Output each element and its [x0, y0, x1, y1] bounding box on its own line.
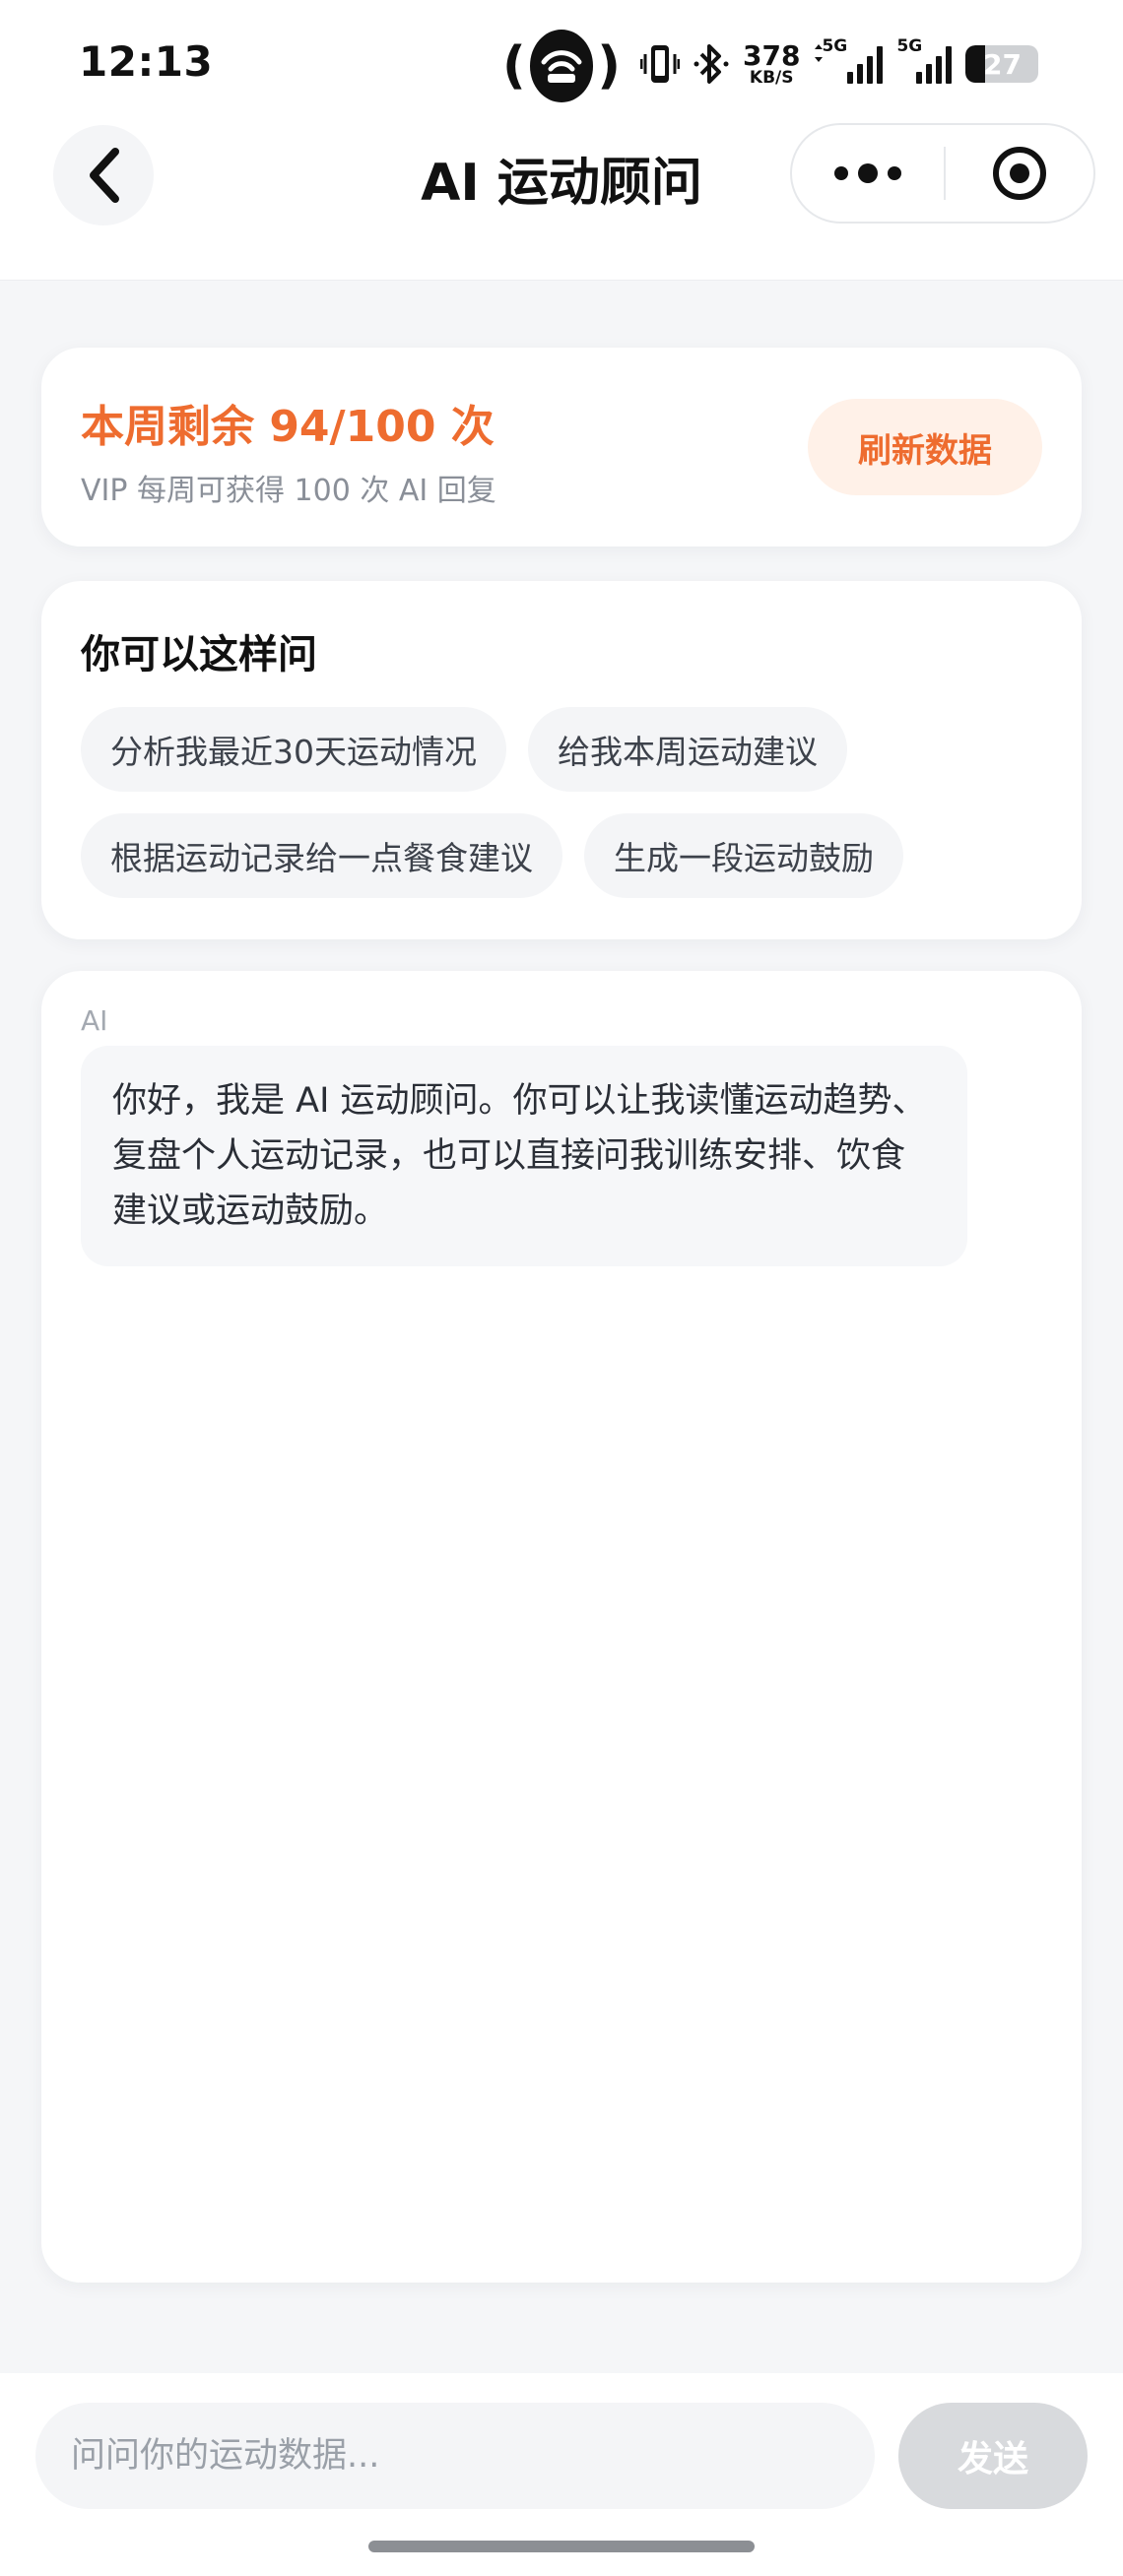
data-arrows-icon: [815, 44, 824, 62]
mini-program-capsule: [790, 123, 1095, 224]
weekly-remaining-count: 本周剩余 94/100 次: [81, 402, 495, 452]
chat-panel: AI 你好，我是 AI 运动顾问。你可以让我读懂运动趋势、复盘个人运动记录，也可…: [41, 971, 1082, 2283]
ai-message-bubble: 你好，我是 AI 运动顾问。你可以让我读懂运动趋势、复盘个人运动记录，也可以直接…: [81, 1046, 967, 1266]
signal-sim1: 5G: [814, 36, 884, 84]
hotspot-icon: [529, 30, 594, 102]
battery: 27: [965, 45, 1039, 83]
battery-level: 27: [982, 47, 1022, 81]
signal-sim2-tag: 5G: [896, 36, 923, 56]
suggestions-title: 你可以这样问: [81, 632, 317, 677]
suggestion-chip[interactable]: 给我本周运动建议: [528, 707, 847, 792]
signal-sim1-tag: 5G: [822, 36, 848, 56]
vibrate-icon: [640, 42, 680, 86]
message-sender-label: AI: [81, 1004, 108, 1037]
suggestions-card: 你可以这样问 分析我最近30天运动情况 给我本周运动建议 根据运动记录给一点餐食…: [41, 581, 1082, 939]
app-screen: 12:13 ( ) 378 KB/S 5G 5G 27 AI 运动顾问 本周剩余…: [0, 0, 1123, 2576]
hotspot-right-wave: ): [597, 36, 621, 96]
bluetooth-icon: [694, 42, 729, 86]
status-icons: 378 KB/S 5G 5G 27: [640, 30, 1039, 98]
send-button[interactable]: 发送: [898, 2403, 1088, 2509]
quota-card: 本周剩余 94/100 次 VIP 每周可获得 100 次 AI 回复 刷新数据: [41, 348, 1082, 547]
input-bar: 发送: [0, 2373, 1123, 2576]
status-bar: 12:13 ( ) 378 KB/S 5G 5G 27: [0, 0, 1123, 123]
suggestion-chip[interactable]: 根据运动记录给一点餐食建议: [81, 813, 562, 898]
network-speed-unit: KB/S: [749, 67, 794, 88]
signal-sim2: 5G: [896, 36, 953, 84]
suggestion-chip[interactable]: 生成一段运动鼓励: [584, 813, 903, 898]
nav-bar: AI 运动顾问: [0, 123, 1123, 281]
question-input[interactable]: [35, 2403, 875, 2509]
suggestion-chips: 分析我最近30天运动情况 给我本周运动建议 根据运动记录给一点餐食建议 生成一段…: [81, 707, 1056, 898]
refresh-data-button[interactable]: 刷新数据: [808, 399, 1042, 495]
close-mini-program-button[interactable]: [946, 125, 1093, 222]
status-time: 12:13: [79, 37, 214, 86]
more-button[interactable]: [792, 125, 944, 222]
vip-quota-description: VIP 每周可获得 100 次 AI 回复: [81, 474, 496, 508]
hotspot-left-wave: (: [502, 36, 526, 96]
target-icon: [993, 147, 1046, 200]
suggestion-chip[interactable]: 分析我最近30天运动情况: [81, 707, 506, 792]
network-speed: 378 KB/S: [743, 38, 801, 88]
home-indicator[interactable]: [368, 2541, 755, 2552]
hotspot-indicator: ( ): [502, 28, 621, 104]
network-speed-value: 378: [743, 38, 801, 72]
more-dots-icon: [834, 166, 848, 180]
